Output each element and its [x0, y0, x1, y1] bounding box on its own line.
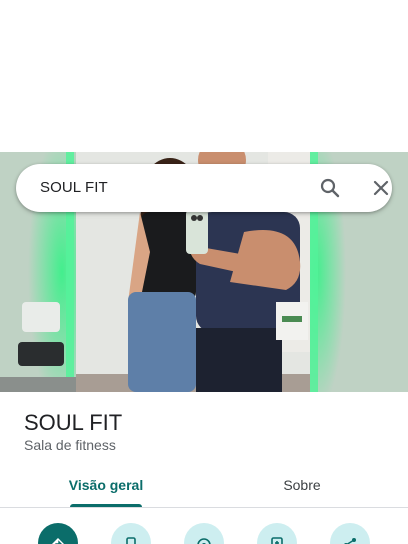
- tab-selected-indicator: [70, 504, 142, 507]
- share-icon: [344, 538, 356, 544]
- map-blank-area: [0, 0, 408, 152]
- place-tabs: Visão geral Sobre: [0, 466, 408, 508]
- place-category[interactable]: Sala de fitness: [24, 437, 116, 453]
- search-input[interactable]: SOUL FIT: [40, 179, 108, 196]
- search-bar[interactable]: SOUL FIT: [16, 164, 392, 212]
- place-name: SOUL FIT: [24, 410, 123, 435]
- tab-about[interactable]: Sobre: [200, 466, 404, 508]
- search-icon[interactable]: [318, 176, 342, 200]
- call-button[interactable]: [111, 523, 151, 544]
- action-buttons: [0, 518, 408, 544]
- directions-icon: [52, 538, 64, 544]
- close-icon[interactable]: [369, 176, 393, 200]
- save-button[interactable]: [257, 523, 297, 544]
- phone-icon: [126, 537, 136, 544]
- save-icon: [271, 537, 283, 544]
- directions-button[interactable]: [38, 523, 78, 544]
- nearby-button[interactable]: [184, 523, 224, 544]
- tab-overview[interactable]: Visão geral: [4, 466, 208, 508]
- location-icon: [197, 538, 211, 544]
- share-button[interactable]: [330, 523, 370, 544]
